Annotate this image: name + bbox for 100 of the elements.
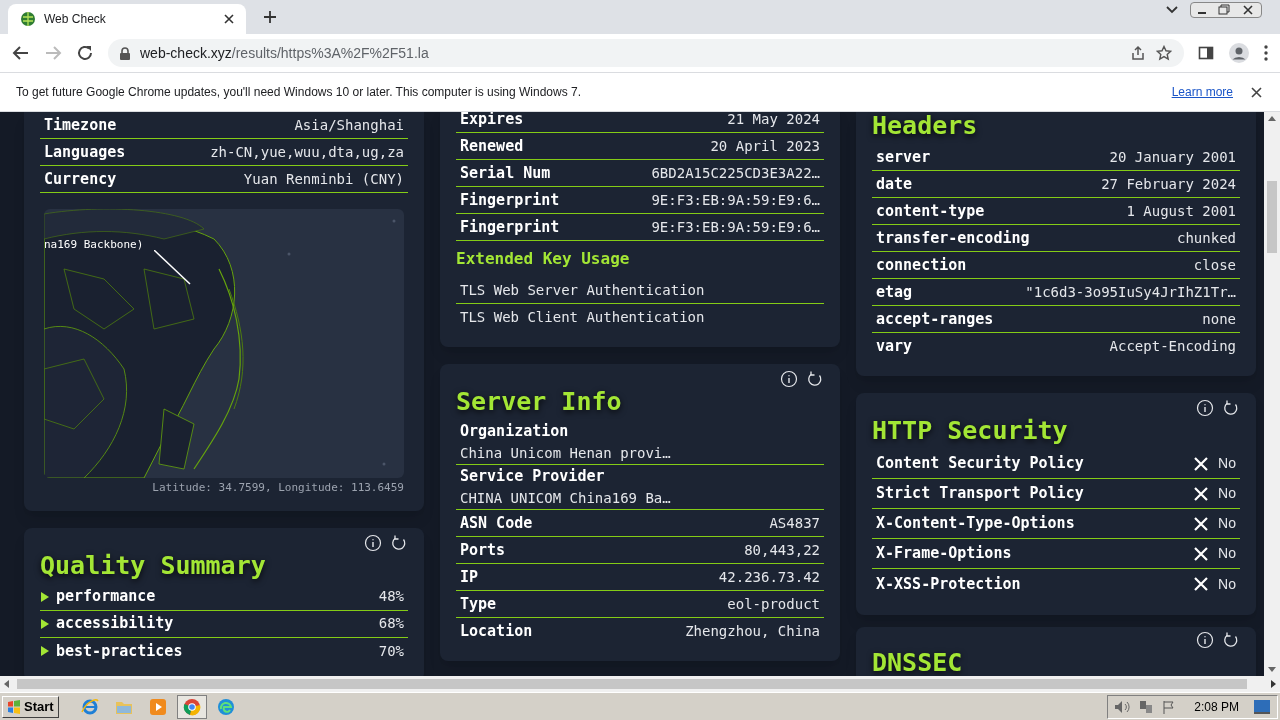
row-label: vary [876, 336, 913, 358]
refresh-icon[interactable] [1222, 399, 1240, 417]
row-label: Serial Num [460, 162, 551, 184]
refresh-icon[interactable] [1222, 631, 1240, 649]
status-text: No [1218, 484, 1236, 503]
close-icon[interactable] [224, 14, 234, 24]
speaker-icon[interactable] [1114, 699, 1131, 714]
refresh-icon[interactable] [806, 370, 824, 388]
chrome-icon [182, 697, 201, 716]
row-value: eol-product [727, 594, 820, 614]
chevron-down-icon[interactable] [1166, 6, 1178, 14]
scroll-right-icon[interactable] [1271, 680, 1276, 688]
row-value: CHINA UNICOM China169 Ba… [460, 488, 672, 508]
header-name: X-Frame-Options [876, 543, 1013, 565]
row-label: Location [460, 621, 533, 643]
show-desktop-icon[interactable] [1253, 698, 1271, 715]
clock: 2:08 PM [1194, 698, 1239, 716]
row-value: Asia/Shanghai [294, 115, 404, 135]
windows-logo-icon [7, 699, 21, 714]
row-value: chunked [1177, 228, 1236, 248]
close-icon[interactable] [1251, 86, 1262, 98]
star-icon[interactable] [1156, 45, 1172, 61]
row-label: Expires [460, 112, 524, 130]
row-label: Fingerprint [460, 189, 560, 211]
score-value: 48% [378, 587, 404, 606]
row-value: 21 May 2024 [727, 112, 820, 129]
flag-icon[interactable] [1162, 699, 1177, 714]
row-value: AS4837 [769, 513, 820, 533]
row-value: 9E:F3:EB:9A:59:E9:6… [651, 217, 820, 237]
category-label[interactable]: performance [56, 585, 379, 608]
row-value: 20 April 2023 [710, 136, 820, 156]
row-label: Languages [44, 141, 126, 163]
infobar-message: To get future Google Chrome updates, you'll need Windows 10 or later. This computer is using Windows 7. [16, 84, 583, 101]
section-heading: Extended Key Usage [456, 248, 631, 270]
row-value: 42.236.73.42 [718, 567, 820, 587]
row-label: Service Provider [460, 466, 606, 488]
row-label: server [876, 146, 931, 168]
menu-icon[interactable] [1264, 45, 1268, 61]
row-value: 9E:F3:EB:9A:59:E9:6… [651, 190, 820, 210]
info-icon[interactable] [780, 370, 798, 388]
start-button[interactable]: Start [2, 695, 59, 718]
list-item: TLS Web Client Authentication [460, 308, 705, 327]
chrome-taskbar-button[interactable] [176, 694, 207, 719]
horizontal-scrollbar[interactable] [0, 676, 1280, 692]
row-value: "1c6d3-3o95IuSy4JrIhZ1Tr… [1025, 282, 1236, 302]
category-label[interactable]: best-practices [56, 639, 379, 663]
reload-icon[interactable] [76, 44, 94, 62]
row-label: content-type [876, 200, 985, 222]
list-item: TLS Web Server Authentication [460, 280, 705, 300]
scrollbar-thumb[interactable] [17, 679, 1247, 689]
row-label: Fingerprint [460, 216, 560, 238]
score-value: 68% [378, 614, 404, 633]
back-icon[interactable] [12, 44, 30, 62]
side-panel-icon[interactable] [1198, 45, 1214, 61]
status-text: No [1218, 544, 1236, 563]
new-tab-icon[interactable] [263, 10, 277, 24]
row-label: etag [876, 281, 913, 303]
row-value: China Unicom Henan provi… [460, 443, 672, 463]
score-value: 70% [378, 641, 404, 661]
info-icon[interactable] [1196, 631, 1214, 649]
card-title: Quality Summary [40, 551, 267, 580]
status-text: No [1218, 454, 1236, 473]
profile-icon[interactable] [1228, 42, 1250, 64]
category-label[interactable]: accessibility [56, 612, 379, 635]
status-text: No [1218, 574, 1236, 594]
row-value: Yuan Renminbi (CNY) [243, 169, 404, 189]
row-value: close [1193, 255, 1236, 275]
row-label: Type [460, 593, 497, 615]
caret-icon[interactable] [40, 645, 50, 657]
row-label: connection [876, 254, 967, 276]
card-title: HTTP Security [872, 417, 1069, 445]
internet-explorer-icon[interactable] [80, 697, 99, 716]
coordinates-caption: Latitude: 34.7599, Longitude: 113.6459 [152, 480, 404, 496]
row-value: 1 August 2001 [1126, 201, 1236, 221]
network-icon[interactable] [1138, 699, 1155, 714]
learn-more-link[interactable]: Learn more [1171, 83, 1233, 101]
header-name: Strict Transport Policy [876, 483, 1085, 505]
url-text: web-check.xyz/results/https%3A%2F%2F51.la [140, 43, 430, 63]
browser-tab[interactable]: Web Check [8, 4, 246, 34]
refresh-icon[interactable] [390, 533, 408, 552]
row-label: transfer-encoding [876, 227, 1030, 249]
scroll-up-icon[interactable] [1268, 116, 1276, 121]
address-bar[interactable]: web-check.xyz/results/https%3A%2F%2F51.la [108, 39, 1184, 67]
scroll-down-icon[interactable] [1268, 667, 1276, 672]
scroll-left-icon[interactable] [4, 680, 9, 688]
row-label: Renewed [460, 135, 524, 157]
globe-icon [20, 11, 36, 27]
row-value: Zhengzhou, China [685, 622, 820, 641]
info-icon[interactable] [364, 533, 382, 552]
lock-icon [120, 46, 130, 60]
row-label: ASN Code [460, 512, 533, 534]
info-icon[interactable] [1196, 399, 1214, 417]
scrollbar-thumb[interactable] [1267, 181, 1277, 253]
share-icon[interactable] [1130, 45, 1146, 61]
caret-icon[interactable] [40, 617, 50, 630]
caret-icon[interactable] [40, 590, 50, 603]
vertical-scrollbar[interactable] [1264, 112, 1280, 676]
card-title: Server Info [456, 388, 623, 416]
row-value: zh-CN,yue,wuu,dta,ug,za [210, 142, 404, 162]
row-label: Ports [460, 539, 506, 561]
